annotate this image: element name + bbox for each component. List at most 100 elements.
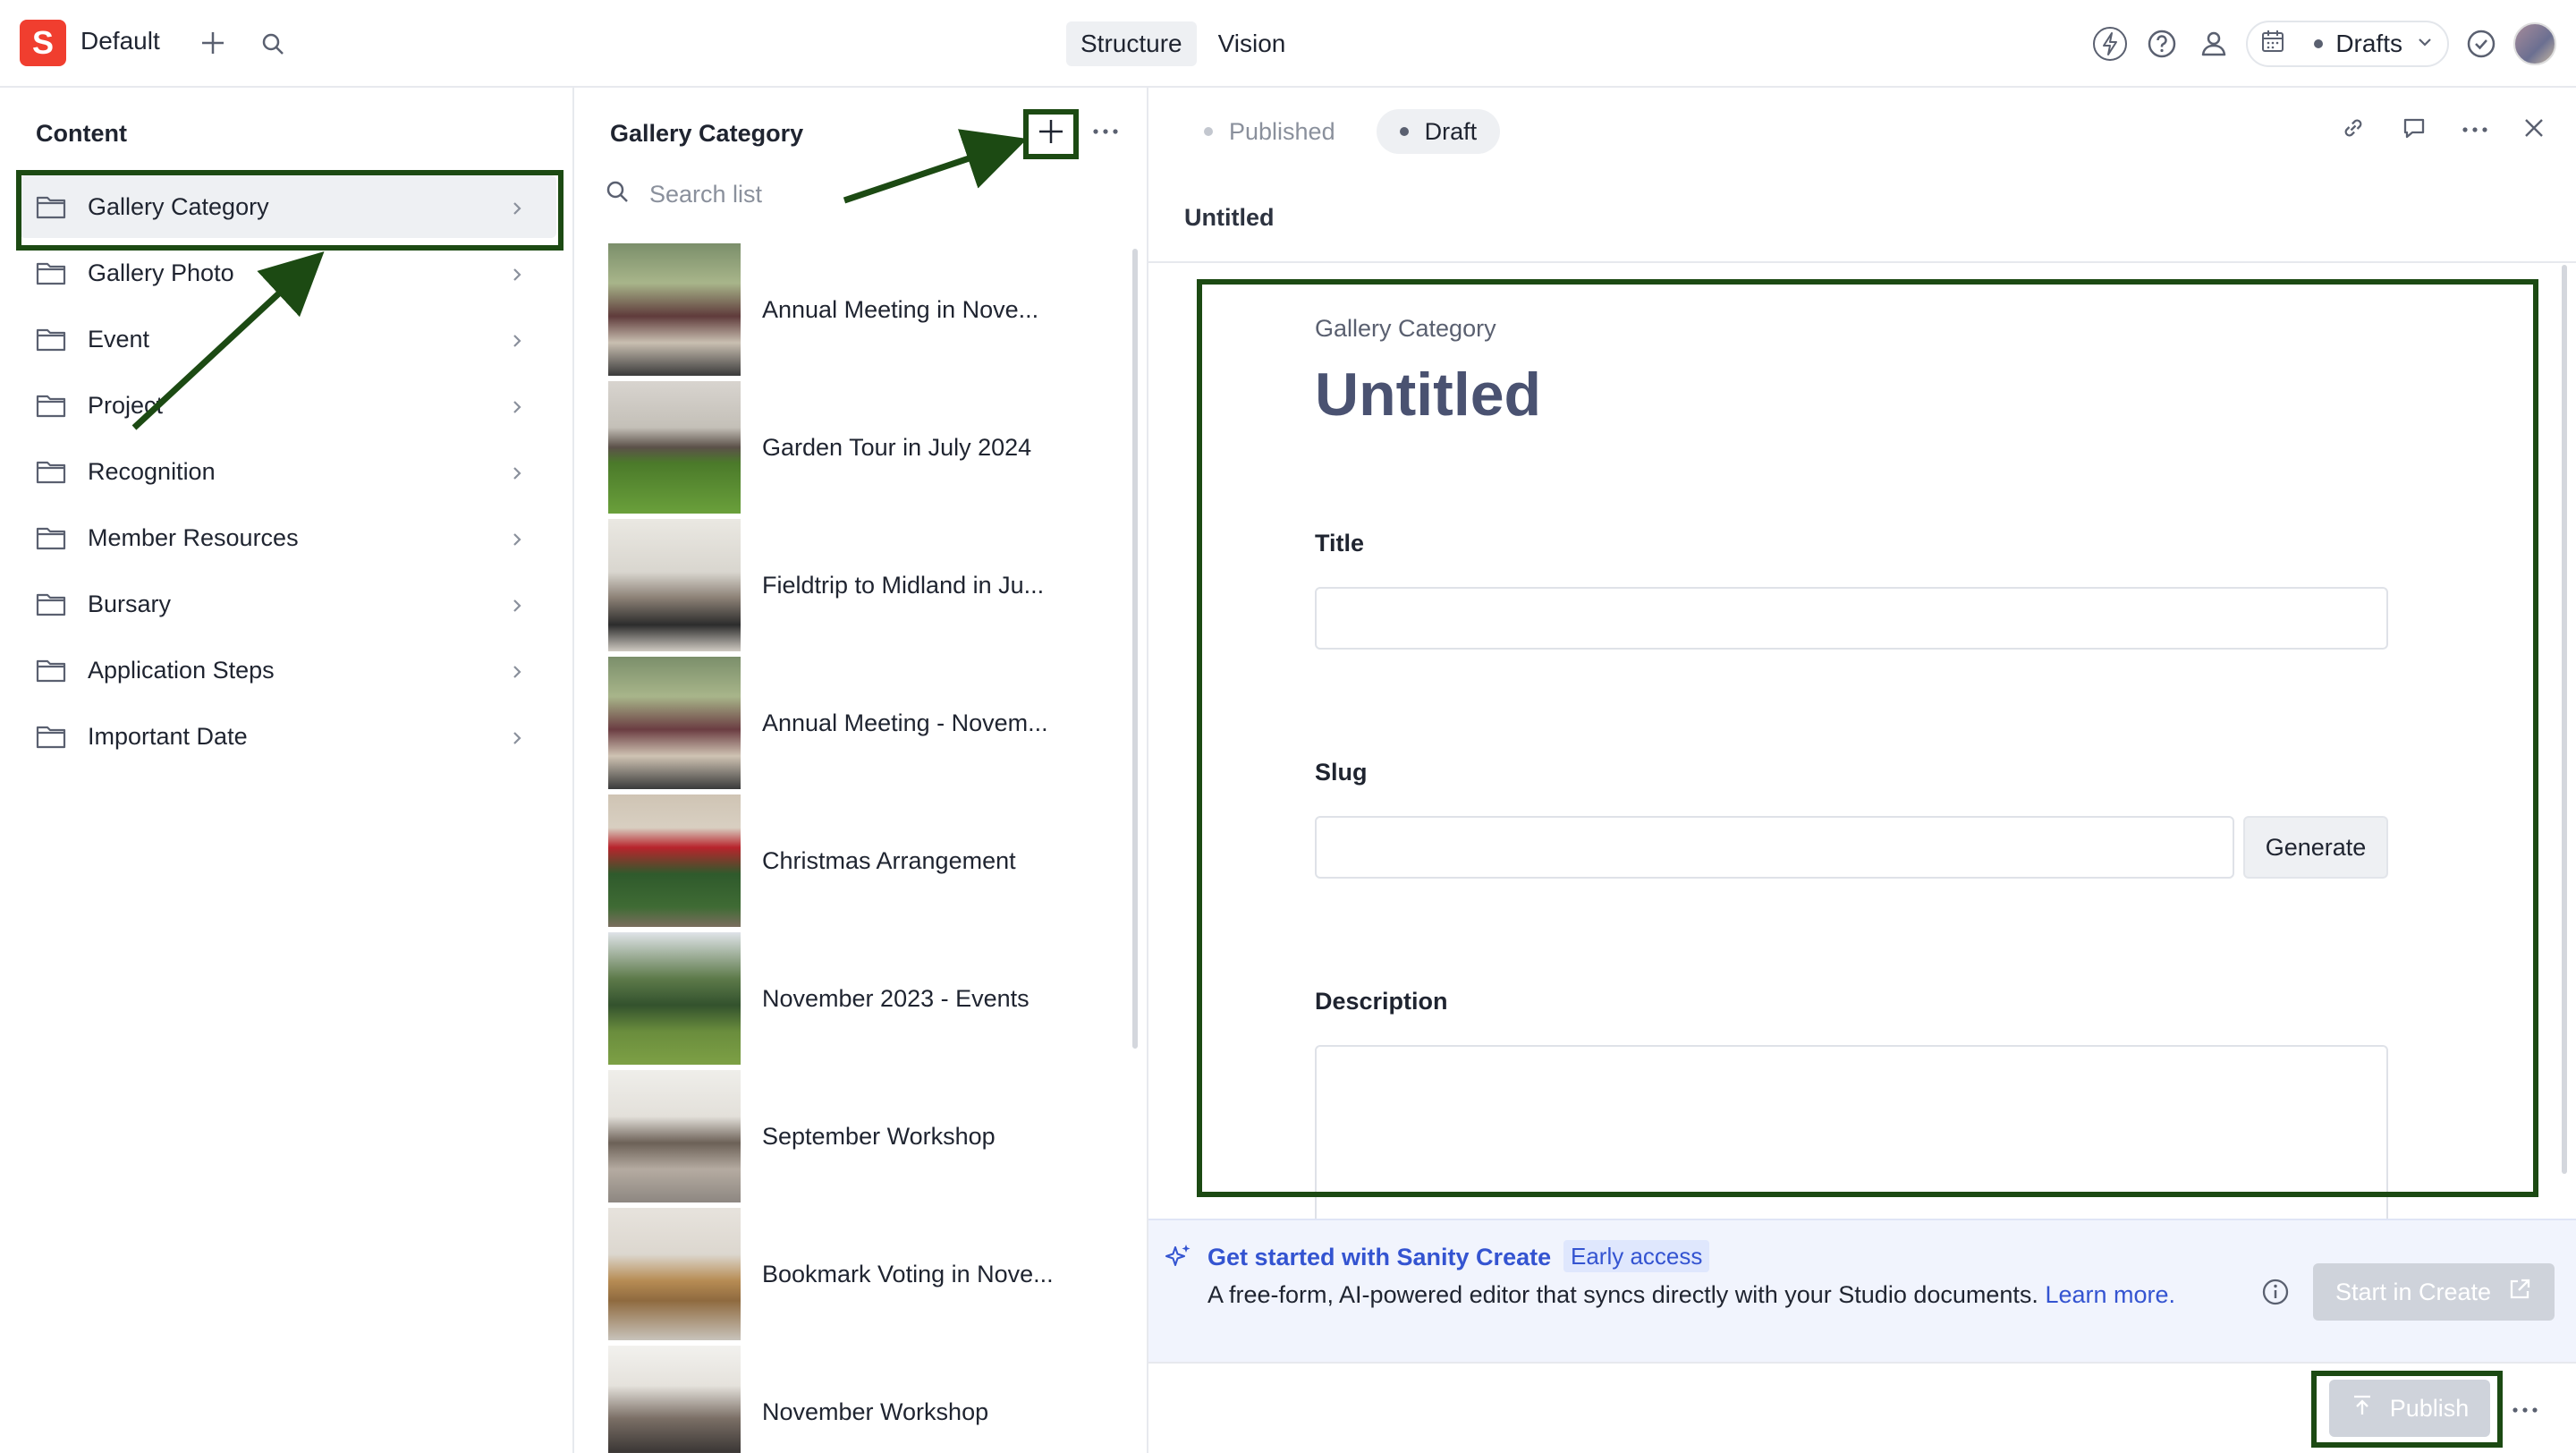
content-item-label: Gallery Category [88, 192, 269, 220]
folder-icon [36, 724, 66, 749]
version-tabs: Published Draft [1181, 109, 1501, 154]
document-list-item[interactable]: Fieldtrip to Midland in Ju... [608, 517, 1127, 653]
document-menu-ellipsis-icon[interactable] [2462, 123, 2488, 139]
tasks-check-icon[interactable] [2462, 24, 2501, 64]
content-item[interactable]: Important Date [20, 705, 556, 768]
list-search[interactable]: Search list [605, 179, 762, 210]
start-in-create-label: Start in Create [2334, 1278, 2492, 1305]
slug-field-label: Slug [1315, 759, 1368, 786]
tab-vision[interactable]: Vision [1204, 21, 1301, 66]
publish-menu-ellipsis-icon[interactable] [2512, 1403, 2538, 1419]
chevron-right-icon [508, 726, 526, 754]
document-list-item[interactable]: November 2023 - Events [608, 930, 1127, 1066]
status-dot [1204, 127, 1213, 136]
document-list-item-label: Annual Meeting - Novem... [762, 709, 1048, 736]
info-icon[interactable] [2261, 1278, 2290, 1311]
title-input[interactable] [1315, 587, 2388, 650]
create-banner-description: A free-form, AI-powered editor that sync… [1208, 1281, 2038, 1308]
content-item-label: Project [88, 391, 164, 419]
help-icon[interactable] [2142, 24, 2182, 64]
tab-published[interactable]: Published [1181, 109, 1359, 154]
comment-icon[interactable] [2401, 115, 2428, 146]
search-icon[interactable] [258, 29, 288, 59]
chevron-down-icon [2415, 30, 2435, 58]
early-access-badge: Early access [1563, 1240, 1710, 1272]
top-bar: S Default Structure Vision Drafts [0, 0, 2576, 88]
annotation-arrow [843, 129, 1028, 204]
status-dot [1399, 127, 1409, 136]
document-list-item[interactable]: Annual Meeting in Nove... [608, 242, 1127, 378]
link-icon[interactable] [2340, 115, 2367, 146]
document-list-item[interactable]: Annual Meeting - Novem... [608, 655, 1127, 791]
list-pane-title: Gallery Category [610, 120, 804, 147]
user-avatar[interactable] [2513, 22, 2556, 65]
chevron-right-icon [508, 528, 526, 556]
publish-label: Publish [2389, 1394, 2470, 1422]
content-item-label: Gallery Photo [88, 259, 234, 286]
tab-structure[interactable]: Structure [1066, 21, 1197, 66]
release-selector[interactable]: Drafts [2246, 21, 2449, 67]
pane-divider[interactable] [572, 88, 574, 1453]
document-thumbnail [608, 1346, 741, 1453]
document-list-item[interactable]: Christmas Arrangement [608, 793, 1127, 929]
global-tools: Drafts [2090, 20, 2556, 68]
start-in-create-button[interactable]: Start in Create [2313, 1263, 2555, 1321]
learn-more-link[interactable]: Learn more. [2045, 1281, 2175, 1308]
chevron-right-icon [508, 462, 526, 489]
sanity-logo[interactable]: S [20, 20, 66, 66]
search-input-placeholder[interactable]: Search list [649, 181, 762, 208]
document-thumbnail [608, 1208, 741, 1340]
document-scrollbar[interactable] [2562, 265, 2567, 1174]
description-field-label: Description [1315, 988, 1448, 1015]
folder-icon [36, 327, 66, 352]
document-list-item-label: Bookmark Voting in Nove... [762, 1260, 1054, 1287]
document-thumbnail [608, 381, 741, 514]
content-item[interactable]: Bursary [20, 573, 556, 635]
tool-tabs: Structure Vision [1066, 21, 1300, 66]
publish-button[interactable]: Publish [2329, 1380, 2490, 1437]
document-thumbnail [608, 519, 741, 651]
document-list-item-label: November Workshop [762, 1398, 989, 1425]
content-item[interactable]: Gallery Category [20, 175, 556, 238]
description-textarea[interactable] [1315, 1045, 2388, 1224]
document-list-item-label: November 2023 - Events [762, 984, 1030, 1012]
plus-icon[interactable] [197, 27, 229, 59]
external-link-icon [2507, 1277, 2532, 1308]
generate-slug-button[interactable]: Generate [2243, 816, 2388, 879]
document-thumbnail [608, 657, 741, 789]
document-list-item[interactable]: September Workshop [608, 1068, 1127, 1204]
list-scrollbar[interactable] [1132, 249, 1138, 1049]
document-list-item[interactable]: November Workshop [608, 1344, 1127, 1453]
document-list-item[interactable]: Garden Tour in July 2024 [608, 379, 1127, 515]
folder-icon [36, 525, 66, 550]
close-icon[interactable] [2522, 116, 2546, 144]
tab-published-label: Published [1229, 117, 1335, 145]
members-icon[interactable] [2194, 24, 2233, 64]
document-title: Untitled [1315, 361, 1542, 429]
bolt-icon[interactable] [2090, 24, 2130, 64]
content-item-label: Member Resources [88, 523, 299, 551]
content-item[interactable]: Member Resources [20, 506, 556, 569]
content-item[interactable]: Event [20, 308, 556, 370]
content-item[interactable]: Recognition [20, 440, 556, 503]
folder-icon [36, 260, 66, 285]
list-menu-ellipsis-icon[interactable] [1088, 113, 1123, 150]
document-list-item-label: Fieldtrip to Midland in Ju... [762, 571, 1045, 599]
create-document-plus-icon[interactable] [1032, 113, 1070, 150]
content-item[interactable]: Gallery Photo [20, 242, 556, 304]
document-list-item-label: Garden Tour in July 2024 [762, 433, 1032, 461]
content-item[interactable]: Application Steps [20, 639, 556, 701]
folder-icon [36, 459, 66, 484]
document-list-item-label: Annual Meeting in Nove... [762, 295, 1039, 323]
document-thumbnail [608, 243, 741, 376]
drafts-label: Drafts [2335, 30, 2402, 57]
calendar-icon [2260, 29, 2285, 60]
document-list-item[interactable]: Bookmark Voting in Nove... [608, 1206, 1127, 1342]
workspace-name[interactable]: Default [80, 27, 160, 55]
create-banner-title: Get started with Sanity Create [1208, 1244, 1552, 1270]
tab-draft[interactable]: Draft [1376, 109, 1501, 154]
document-list-item-label: Christmas Arrangement [762, 846, 1016, 874]
content-item[interactable]: Project [20, 374, 556, 437]
slug-input[interactable] [1315, 816, 2234, 879]
folder-icon [36, 194, 66, 219]
